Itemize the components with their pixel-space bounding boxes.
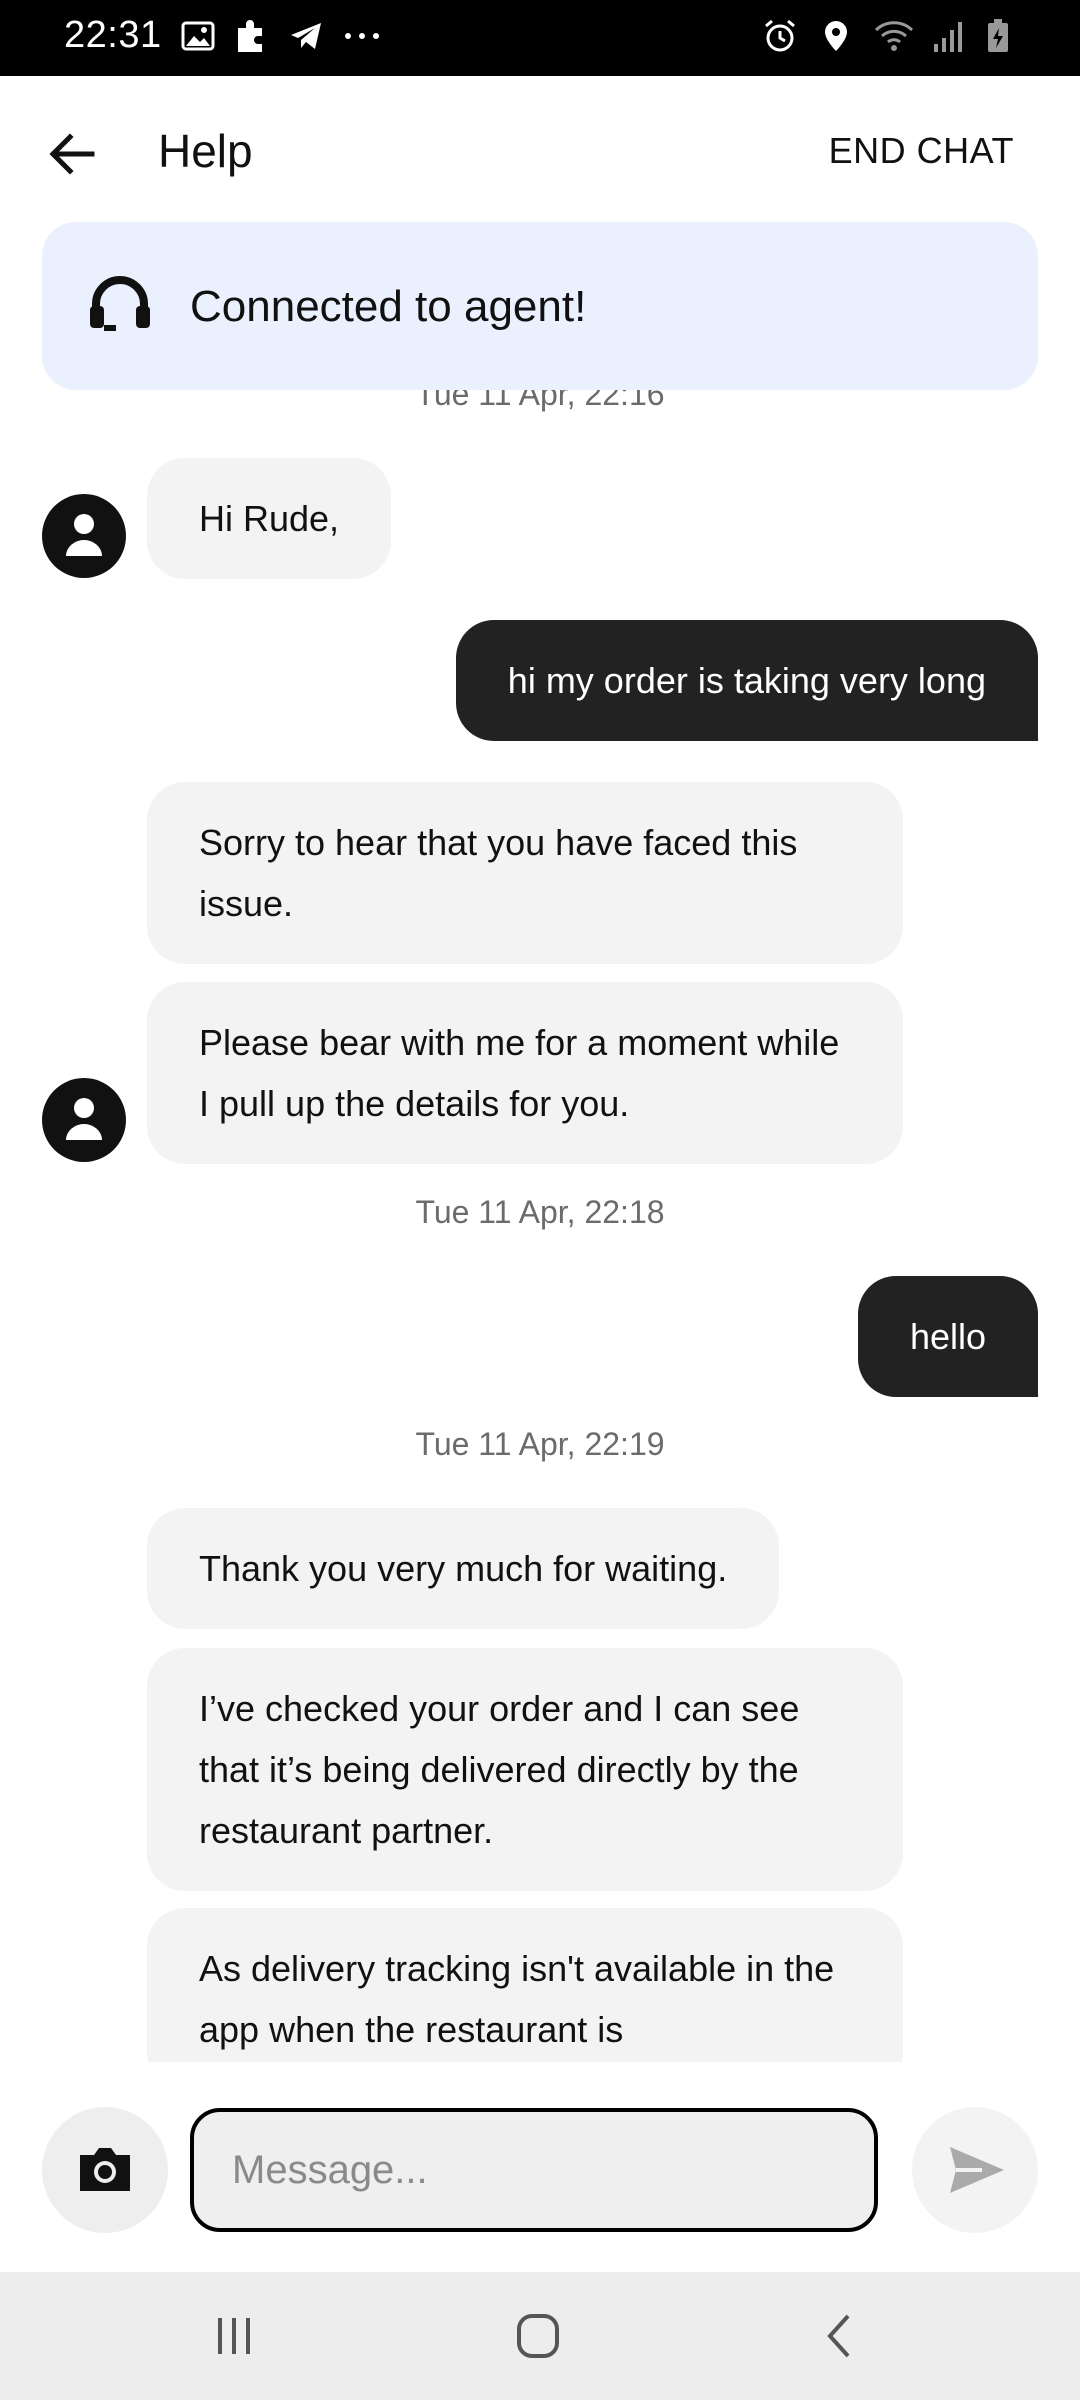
camera-button[interactable] bbox=[42, 2107, 168, 2233]
camera-icon bbox=[80, 2148, 130, 2191]
agent-message: As delivery tracking isn't available in … bbox=[147, 1908, 903, 2062]
recents-button[interactable] bbox=[204, 2310, 264, 2362]
page-title: Help bbox=[158, 125, 253, 177]
back-icon bbox=[827, 2314, 850, 2358]
telegram-icon bbox=[288, 18, 324, 54]
person-icon bbox=[66, 514, 102, 556]
system-nav-bar bbox=[0, 2272, 1080, 2400]
alarm-icon bbox=[762, 18, 798, 54]
battery-icon bbox=[986, 18, 1022, 54]
agent-avatar bbox=[42, 1078, 126, 1162]
agent-message: Sorry to hear that you have faced this i… bbox=[147, 782, 903, 964]
connected-banner: Connected to agent! bbox=[42, 222, 1038, 390]
arrow-left-icon bbox=[49, 133, 95, 175]
message-input[interactable] bbox=[190, 2108, 878, 2232]
back-arrow-button[interactable] bbox=[40, 120, 108, 188]
status-time: 22:31 bbox=[64, 14, 162, 56]
timestamp: Tue 11 Apr, 22:19 bbox=[415, 1426, 665, 1462]
app-bar: Help END CHAT bbox=[0, 76, 1080, 226]
nav-back-button[interactable] bbox=[810, 2310, 870, 2362]
headset-icon bbox=[90, 276, 150, 331]
send-button[interactable] bbox=[912, 2107, 1038, 2233]
status-bar: 22:31 bbox=[0, 0, 1080, 76]
wifi-icon bbox=[874, 18, 914, 54]
recents-icon bbox=[218, 2318, 250, 2354]
agent-message: Hi Rude, bbox=[147, 458, 392, 579]
gallery-icon bbox=[180, 18, 216, 54]
puzzle-icon bbox=[234, 18, 270, 54]
timestamp: Tue 11 Apr, 22:18 bbox=[415, 1194, 665, 1230]
chat-thread: Tue 11 Apr, 22:16 Hi Rude, hi my order i… bbox=[0, 390, 1080, 2062]
home-icon bbox=[517, 2314, 559, 2358]
more-icon bbox=[342, 18, 379, 54]
person-icon bbox=[66, 1098, 102, 1140]
banner-text: Connected to agent! bbox=[190, 282, 587, 331]
send-icon bbox=[950, 2147, 1004, 2193]
agent-avatar bbox=[42, 494, 126, 578]
user-message: hi my order is taking very long bbox=[455, 620, 1038, 741]
end-chat-button[interactable]: END CHAT bbox=[829, 130, 1014, 172]
location-icon bbox=[818, 18, 854, 54]
user-message: hello bbox=[857, 1276, 1038, 1397]
timestamp: Tue 11 Apr, 22:16 bbox=[415, 390, 665, 412]
home-button[interactable] bbox=[508, 2310, 568, 2362]
agent-message: I’ve checked your order and I can see th… bbox=[147, 1648, 903, 1891]
signal-icon bbox=[930, 18, 966, 54]
agent-message: Thank you very much for waiting. bbox=[147, 1508, 780, 1629]
agent-message: Please bear with me for a moment while I… bbox=[147, 982, 903, 1164]
composer-bar bbox=[0, 2062, 1080, 2272]
